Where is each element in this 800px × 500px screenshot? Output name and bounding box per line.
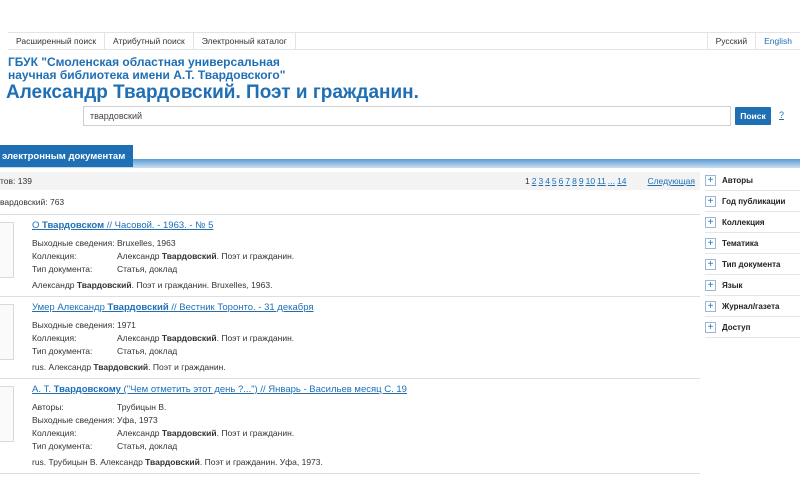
lang-russian[interactable]: Русский [706,33,756,49]
nav-electronic-catalog[interactable]: Электронный каталог [194,33,296,49]
plus-icon[interactable]: + [705,195,716,207]
field-row: Выходные сведения: Bruxelles, 1963 [32,238,176,248]
page-link[interactable]: 6 [559,176,564,186]
page-link[interactable]: 9 [579,176,584,186]
facet-subject[interactable]: + Тематика [705,233,800,254]
field-row: Коллекция: Александр Твардовский. Поэт и … [32,251,295,261]
org-line-2: научная библиотека имени А.Т. Твардовско… [8,68,286,82]
organization-name: ГБУК "Смоленская областная универсальная… [8,56,285,82]
result-record: А. Т. Твардовскому ("Чем отметить этот д… [0,378,700,474]
result-record: Умер Александр Твардовский // Вестник То… [0,296,700,378]
plus-icon[interactable]: + [705,258,716,270]
facet-language[interactable]: + Язык [705,275,800,296]
page-link[interactable]: 5 [552,176,557,186]
facet-collection[interactable]: + Коллекция [705,212,800,233]
plus-icon[interactable]: + [705,237,716,249]
plus-icon[interactable]: + [705,300,716,312]
tab-electronic-documents[interactable]: электронным документам [0,145,134,167]
field-row: Коллекция: Александр Твардовский. Поэт и … [32,428,295,438]
page-link[interactable]: 14 [617,176,626,186]
record-summary: rus. Александр Твардовский. Поэт и гражд… [32,362,226,372]
collection-title[interactable]: Александр Твардовский. Поэт и гражданин. [6,83,419,103]
search-button[interactable]: Поиск [735,107,771,125]
field-row: Тип документа: Статья, доклад [32,264,178,274]
record-thumbnail[interactable] [0,304,14,360]
page-link[interactable]: 2 [532,176,537,186]
record-summary: Александр Твардовский. Поэт и гражданин.… [32,280,273,290]
plus-icon[interactable]: + [705,216,716,228]
record-title-link[interactable]: А. Т. Твардовскому ("Чем отметить этот д… [32,384,700,395]
facets-sidebar: + Авторы + Год публикации + Коллекция + Тема… [705,170,800,338]
page-current: 1 [524,176,530,186]
field-row: Авторы: Трубицын В. [32,402,167,412]
page-ellipsis[interactable]: ... [608,176,615,186]
nav-attribute-search[interactable]: Атрибутный поиск [105,33,194,49]
page-link[interactable]: 4 [545,176,550,186]
field-row: Коллекция: Александр Твардовский. Поэт и … [32,333,295,343]
query-count: вардовский: 763 [0,197,65,207]
record-title-link[interactable]: О Твардовском // Часовой. - 1963. - № 5 [32,220,700,231]
page-link[interactable]: 8 [572,176,577,186]
plus-icon[interactable]: + [705,321,716,333]
help-link[interactable]: ? [779,110,784,120]
record-thumbnail[interactable] [0,386,14,442]
next-page-link[interactable]: Следующая [647,176,695,186]
top-nav: Расширенный поиск Атрибутный поиск Элект… [8,32,800,50]
record-thumbnail[interactable] [0,222,14,278]
facet-year[interactable]: + Год публикации [705,191,800,212]
results-header: тов: 139 1 2 3 4 5 6 7 8 9 10 11 ... 14 … [0,172,700,190]
result-record: О Твардовском // Часовой. - 1963. - № 5 … [0,214,700,296]
field-row: Тип документа: Статья, доклад [32,346,178,356]
results-count: тов: 139 [0,176,32,186]
page-link[interactable]: 7 [565,176,570,186]
page-link[interactable]: 10 [586,176,595,186]
results-list: О Твардовском // Часовой. - 1963. - № 5 … [0,214,700,474]
field-row: Выходные сведения: Уфа, 1973 [32,415,158,425]
record-summary: rus. Трубицын В. Александр Твардовский. … [32,457,323,467]
field-row: Тип документа: Статья, доклад [32,441,178,451]
nav-advanced-search[interactable]: Расширенный поиск [8,33,106,49]
search-input[interactable]: твардовский [83,106,731,126]
page-link[interactable]: 11 [597,176,606,186]
facet-authors[interactable]: + Авторы [705,170,800,191]
plus-icon[interactable]: + [705,174,716,186]
plus-icon[interactable]: + [705,279,716,291]
field-row: Выходные сведения: 1971 [32,320,136,330]
facet-doc-type[interactable]: + Тип документа [705,254,800,275]
facet-journal[interactable]: + Журнал/газета [705,296,800,317]
facet-access[interactable]: + Доступ [705,317,800,338]
lang-english[interactable]: English [755,33,800,49]
page-link[interactable]: 3 [538,176,543,186]
record-title-link[interactable]: Умер Александр Твардовский // Вестник То… [32,302,700,313]
pagination: 1 2 3 4 5 6 7 8 9 10 11 ... 14 Следующая [524,172,696,190]
